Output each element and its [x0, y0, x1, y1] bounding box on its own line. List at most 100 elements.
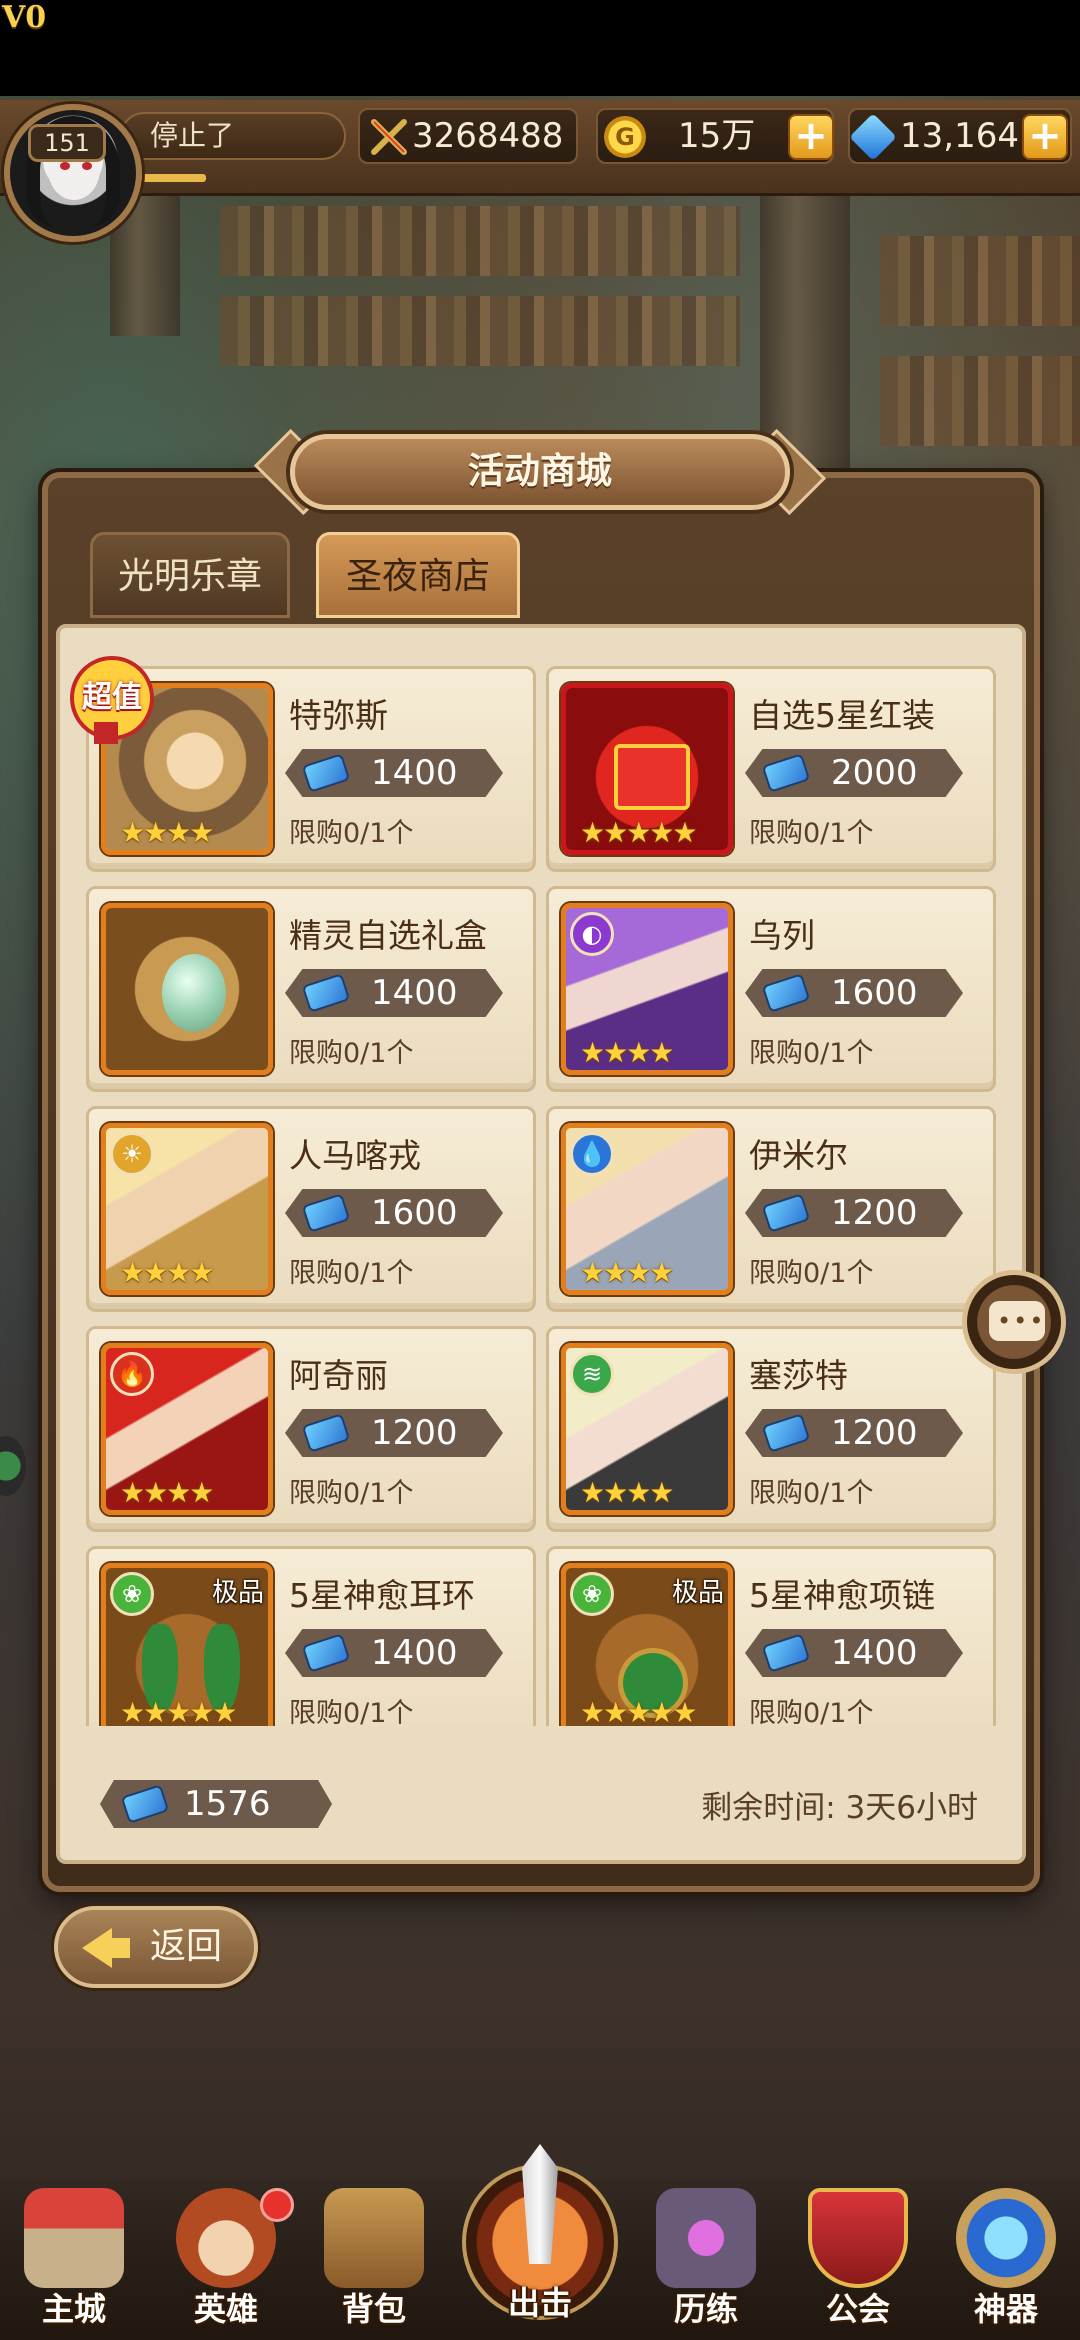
item-price[interactable]: 1400 [745, 1629, 963, 1677]
item-name: 伊米尔 [749, 1136, 848, 1175]
light-element-icon: ☀ [110, 1132, 154, 1176]
nav-artifact[interactable]: 神器 [936, 2188, 1076, 2336]
purchase-limit: 限购0/1个 [289, 1478, 414, 1509]
equipment-portrait: ❀ 极品 ★★★★★ [561, 1563, 733, 1726]
tab-guangming[interactable]: 光明乐章 [90, 532, 290, 618]
ticket-icon [123, 1786, 167, 1822]
gem-value: 13,164 [900, 116, 1019, 156]
shop-card-achilli[interactable]: 🔥 ★★★★ 阿奇丽 1200 限购0/1个 [86, 1326, 536, 1532]
tab-shengye[interactable]: 圣夜商店 [316, 532, 520, 618]
nature-element-icon: ❀ [570, 1572, 614, 1616]
item-price[interactable]: 2000 [745, 749, 963, 797]
purchase-limit: 限购0/1个 [749, 818, 874, 849]
item-price[interactable]: 1400 [285, 969, 503, 1017]
shop-grid: ★★★★ 特弥斯 1400 限购0/1个 ★★★★★ 自选5星红装 2000 限… [70, 650, 1010, 1726]
power-value: 3268488 [412, 116, 564, 156]
hero-portrait: ☀ ★★★★ [101, 1123, 273, 1295]
ticket-icon [304, 1415, 348, 1451]
gem-display: 13,164 + [848, 108, 1072, 164]
item-price[interactable]: 1600 [745, 969, 963, 1017]
item-price[interactable]: 1600 [285, 1189, 503, 1237]
item-price[interactable]: 1200 [285, 1409, 503, 1457]
shop-card-necklace[interactable]: ❀ 极品 ★★★★★ 5星神愈项链 1400 限购0/1个 [546, 1546, 996, 1726]
chat-button[interactable]: ••• [962, 1270, 1066, 1374]
super-value-badge: 超值 [74, 660, 154, 744]
dark-element-icon: ◐ [570, 912, 614, 956]
item-name: 特弥斯 [289, 696, 388, 735]
star-rating: ★★★★★ [580, 1696, 698, 1726]
nav-sortie[interactable]: 出击 [460, 2144, 620, 2338]
shop-card-sesate[interactable]: ≋ ★★★★ 塞莎特 1200 限购0/1个 [546, 1326, 996, 1532]
player-avatar[interactable] [0, 100, 150, 250]
status-bar [0, 0, 1080, 96]
shop-card-chiron[interactable]: ☀ ★★★★ 人马喀戎 1600 限购0/1个 [86, 1106, 536, 1312]
gold-coin-icon: G [604, 116, 646, 158]
star-rating: ★★★★★ [120, 1696, 238, 1726]
item-price[interactable]: 1200 [745, 1189, 963, 1237]
star-rating: ★★★★ [580, 1036, 674, 1069]
fire-element-icon: 🔥 [110, 1352, 154, 1396]
quality-tag: 极品 [211, 1578, 264, 1608]
dialog-title: 活动商城 [467, 451, 612, 492]
ticket-icon [304, 1635, 348, 1671]
add-gold-button[interactable]: + [788, 114, 834, 160]
quality-tag: 极品 [671, 1578, 724, 1608]
ticket-icon [764, 1415, 808, 1451]
purchase-limit: 限购0/1个 [289, 1698, 414, 1726]
hero-portrait: 💧 ★★★★ [561, 1123, 733, 1295]
item-name: 人马喀戎 [289, 1136, 421, 1175]
ticket-icon [764, 1195, 808, 1231]
hero-portrait: ≋ ★★★★ [561, 1343, 733, 1515]
backpack-icon [324, 2188, 424, 2288]
ticket-icon [764, 1635, 808, 1671]
golden-egg-icon [162, 954, 226, 1032]
shop-card-uriel[interactable]: ◐ ★★★★ 乌列 1600 限购0/1个 [546, 886, 996, 1092]
nav-main-city[interactable]: 主城 [4, 2188, 144, 2336]
add-gems-button[interactable]: + [1022, 114, 1068, 160]
ticket-icon [764, 975, 808, 1011]
purchase-limit: 限购0/1个 [289, 1038, 414, 1069]
ticket-icon [304, 1195, 348, 1231]
shop-card-earring[interactable]: ❀ 极品 ★★★★★ 5星神愈耳环 1400 限购0/1个 [86, 1546, 536, 1726]
nav-trial[interactable]: 历练 [636, 2188, 776, 2336]
gift-box-portrait [101, 903, 273, 1075]
purchase-limit: 限购0/1个 [289, 1258, 414, 1289]
gift-box-portrait: ★★★★★ [561, 683, 733, 855]
crossed-swords-icon [368, 116, 410, 158]
castle-icon [24, 2188, 124, 2288]
vip-badge: V0 [2, 0, 47, 35]
wind-element-icon: ≋ [570, 1352, 614, 1396]
artifact-crystal-icon [956, 2188, 1056, 2288]
star-rating: ★★★★ [120, 1476, 214, 1509]
dialog-title-plate: 活动商城 [290, 434, 790, 510]
hero-portrait: 🔥 ★★★★ [101, 1343, 273, 1515]
player-level: 151 [28, 124, 106, 162]
shop-card-ymir[interactable]: 💧 ★★★★ 伊米尔 1200 限购0/1个 [546, 1106, 996, 1312]
shop-card-spirit-box[interactable]: 精灵自选礼盒 1400 限购0/1个 [86, 886, 536, 1092]
shop-card-red-gear[interactable]: ★★★★★ 自选5星红装 2000 限购0/1个 [546, 666, 996, 872]
nav-backpack[interactable]: 背包 [304, 2188, 444, 2336]
tab-label: 光明乐章 [117, 556, 262, 597]
notification-dot [260, 2188, 294, 2222]
ticket-icon [304, 755, 348, 791]
item-name: 阿奇丽 [289, 1356, 388, 1395]
item-price[interactable]: 1400 [285, 1629, 503, 1677]
ticket-icon [304, 975, 348, 1011]
item-price[interactable]: 1400 [285, 749, 503, 797]
star-rating: ★★★★ [580, 1476, 674, 1509]
guild-shield-icon [808, 2188, 908, 2288]
power-display: 3268488 [358, 108, 578, 164]
nature-element-icon: ❀ [110, 1572, 154, 1616]
purchase-limit: 限购0/1个 [289, 818, 414, 849]
nav-guild[interactable]: 公会 [788, 2188, 928, 2336]
tab-label: 圣夜商店 [345, 556, 490, 597]
remaining-time: 剩余时间: 3天6小时 [701, 1790, 978, 1826]
trial-icon [656, 2188, 756, 2288]
player-name[interactable]: 停止了 [120, 112, 346, 160]
item-price[interactable]: 1200 [745, 1409, 963, 1457]
currency-balance: 1576 [100, 1780, 332, 1828]
purchase-limit: 限购0/1个 [749, 1698, 874, 1726]
ticket-icon [764, 755, 808, 791]
item-name: 自选5星红装 [749, 696, 935, 735]
back-button[interactable]: 返回 [54, 1906, 258, 1988]
